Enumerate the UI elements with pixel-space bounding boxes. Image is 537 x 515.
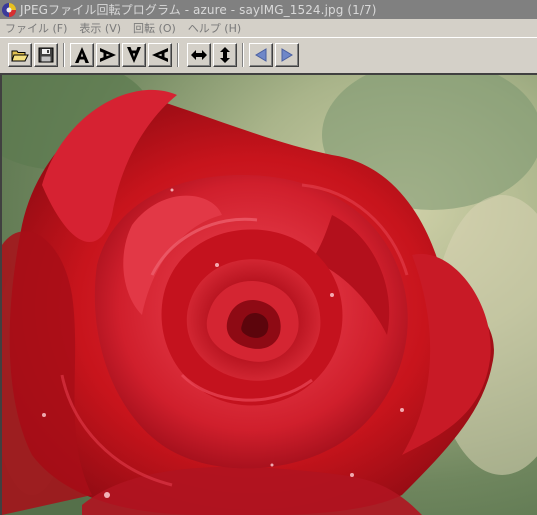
menu-view[interactable]: 表示 (V) — [73, 20, 127, 36]
toolbar-separator — [242, 43, 244, 67]
flip-vertical-button[interactable] — [213, 43, 237, 67]
open-folder-icon — [11, 50, 29, 62]
open-folder-button[interactable] — [8, 43, 32, 67]
previous-image-button[interactable] — [249, 43, 273, 67]
app-window: JPEGファイル回転プログラム - azure - sayIMG_1524.jp… — [0, 0, 537, 515]
rose-photo — [2, 75, 537, 515]
letter-a-rotate-right-icon — [100, 48, 116, 62]
menu-rotate[interactable]: 回転 (O) — [127, 20, 182, 36]
letter-a-rotate-left-icon — [152, 48, 168, 62]
window-title: JPEGファイル回転プログラム - azure - sayIMG_1524.jp… — [20, 3, 377, 17]
app-icon[interactable] — [1, 2, 17, 18]
horizontal-arrows-icon — [191, 50, 207, 60]
flip-horizontal-button[interactable] — [187, 43, 211, 67]
menu-help[interactable]: ヘルプ (H) — [182, 20, 247, 36]
next-image-button[interactable] — [275, 43, 299, 67]
toolbar-separator — [177, 43, 179, 67]
rotate-180-button[interactable] — [122, 43, 146, 67]
toolbar — [0, 37, 537, 73]
triangle-left-icon — [255, 48, 267, 62]
menu-bar: ファイル (F) 表示 (V) 回転 (O) ヘルプ (H) — [0, 19, 537, 37]
rotate-right-button[interactable] — [96, 43, 120, 67]
letter-a-upside-down-icon — [127, 47, 141, 63]
rotate-0-button[interactable] — [70, 43, 94, 67]
floppy-disk-icon — [38, 47, 54, 63]
rotate-left-button[interactable] — [148, 43, 172, 67]
letter-a-upright-icon — [75, 47, 89, 63]
menu-file[interactable]: ファイル (F) — [0, 20, 73, 36]
save-button[interactable] — [34, 43, 58, 67]
image-viewport[interactable] — [0, 73, 537, 515]
title-bar[interactable]: JPEGファイル回転プログラム - azure - sayIMG_1524.jp… — [0, 0, 537, 19]
toolbar-separator — [63, 43, 65, 67]
triangle-right-icon — [281, 48, 293, 62]
vertical-arrows-icon — [220, 47, 230, 63]
